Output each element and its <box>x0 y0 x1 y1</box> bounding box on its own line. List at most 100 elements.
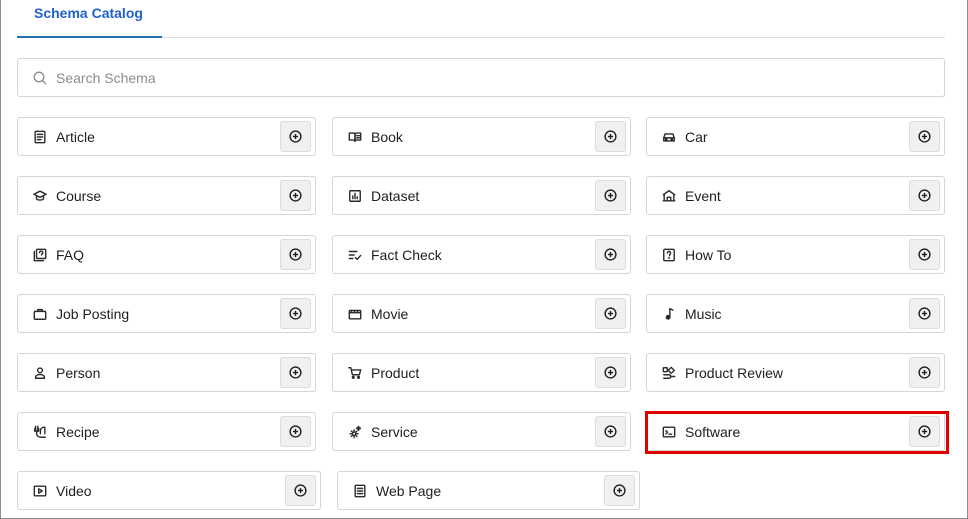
schema-label: Video <box>56 483 92 499</box>
schema-label: Software <box>685 424 741 440</box>
schema-card-software[interactable]: Software <box>646 412 945 451</box>
schema-label: Service <box>371 424 418 440</box>
schema-card-faq[interactable]: FAQ <box>17 235 316 274</box>
plus-circle-icon <box>918 248 931 261</box>
web-page-icon <box>352 483 368 499</box>
book-icon <box>347 129 363 145</box>
schema-card-car[interactable]: Car <box>646 117 945 156</box>
schema-card-product-review[interactable]: Product Review <box>646 353 945 392</box>
add-software-button[interactable] <box>909 416 940 447</box>
add-dataset-button[interactable] <box>595 180 626 211</box>
schema-label: Event <box>685 188 721 204</box>
add-faq-button[interactable] <box>280 239 311 270</box>
add-fact-check-button[interactable] <box>595 239 626 270</box>
plus-circle-icon <box>289 307 302 320</box>
plus-circle-icon <box>604 189 617 202</box>
schema-label: Web Page <box>376 483 442 499</box>
add-product-button[interactable] <box>595 357 626 388</box>
schema-label: Book <box>371 129 403 145</box>
add-person-button[interactable] <box>280 357 311 388</box>
recipe-icon <box>32 424 48 440</box>
schema-card-service[interactable]: Service <box>332 412 631 451</box>
add-course-button[interactable] <box>280 180 311 211</box>
schema-label: Music <box>685 306 722 322</box>
schema-label: How To <box>685 247 732 263</box>
schema-card-recipe[interactable]: Recipe <box>17 412 316 451</box>
add-movie-button[interactable] <box>595 298 626 329</box>
schema-card-music[interactable]: Music <box>646 294 945 333</box>
add-event-button[interactable] <box>909 180 940 211</box>
plus-circle-icon <box>289 248 302 261</box>
add-job-posting-button[interactable] <box>280 298 311 329</box>
plus-circle-icon <box>289 366 302 379</box>
event-icon <box>661 188 677 204</box>
plus-circle-icon <box>918 130 931 143</box>
product-review-icon <box>661 365 677 381</box>
schema-card-person[interactable]: Person <box>17 353 316 392</box>
course-icon <box>32 188 48 204</box>
music-icon <box>661 306 677 322</box>
search-icon <box>32 70 48 86</box>
search-box <box>17 58 945 97</box>
schema-label: Movie <box>371 306 409 322</box>
how-to-icon <box>661 247 677 263</box>
schema-card-dataset[interactable]: Dataset <box>332 176 631 215</box>
schema-card-web-page[interactable]: Web Page <box>337 471 640 510</box>
schema-card-product[interactable]: Product <box>332 353 631 392</box>
search-input[interactable] <box>56 60 926 95</box>
add-book-button[interactable] <box>595 121 626 152</box>
plus-circle-icon <box>918 189 931 202</box>
schema-card-book[interactable]: Book <box>332 117 631 156</box>
schema-card-course[interactable]: Course <box>17 176 316 215</box>
plus-circle-icon <box>289 425 302 438</box>
dataset-icon <box>347 188 363 204</box>
schema-label: FAQ <box>56 247 85 263</box>
schema-card-job-posting[interactable]: Job Posting <box>17 294 316 333</box>
add-recipe-button[interactable] <box>280 416 311 447</box>
tab-schema-catalog[interactable]: Schema Catalog <box>17 0 162 38</box>
plus-circle-icon <box>604 366 617 379</box>
plus-circle-icon <box>918 425 931 438</box>
add-article-button[interactable] <box>280 121 311 152</box>
schema-card-event[interactable]: Event <box>646 176 945 215</box>
schema-label: Job Posting <box>56 306 130 322</box>
faq-icon <box>32 247 48 263</box>
movie-icon <box>347 306 363 322</box>
plus-circle-icon <box>294 484 307 497</box>
plus-circle-icon <box>604 307 617 320</box>
plus-circle-icon <box>918 366 931 379</box>
plus-circle-icon <box>289 189 302 202</box>
schema-card-how-to[interactable]: How To <box>646 235 945 274</box>
add-video-button[interactable] <box>285 475 316 506</box>
add-how-to-button[interactable] <box>909 239 940 270</box>
schema-card-fact-check[interactable]: Fact Check <box>332 235 631 274</box>
plus-circle-icon <box>604 248 617 261</box>
car-icon <box>661 129 677 145</box>
plus-circle-icon <box>604 425 617 438</box>
video-icon <box>32 483 48 499</box>
job-posting-icon <box>32 306 48 322</box>
service-icon <box>347 424 363 440</box>
schema-label: Course <box>56 188 102 204</box>
add-music-button[interactable] <box>909 298 940 329</box>
add-car-button[interactable] <box>909 121 940 152</box>
schema-label: Fact Check <box>371 247 442 263</box>
add-product-review-button[interactable] <box>909 357 940 388</box>
article-icon <box>32 129 48 145</box>
add-service-button[interactable] <box>595 416 626 447</box>
plus-circle-icon <box>918 307 931 320</box>
schema-label: Product <box>371 365 420 381</box>
schema-card-article[interactable]: Article <box>17 117 316 156</box>
software-icon <box>661 424 677 440</box>
schema-label: Recipe <box>56 424 100 440</box>
schema-label: Product Review <box>685 365 784 381</box>
schema-label: Dataset <box>371 188 420 204</box>
add-web-page-button[interactable] <box>604 475 635 506</box>
plus-circle-icon <box>604 130 617 143</box>
schema-card-movie[interactable]: Movie <box>332 294 631 333</box>
fact-check-icon <box>347 247 363 263</box>
tab-bar: Schema Catalog <box>17 0 945 38</box>
plus-circle-icon <box>613 484 626 497</box>
schema-label: Person <box>56 365 101 381</box>
schema-card-video[interactable]: Video <box>17 471 321 510</box>
